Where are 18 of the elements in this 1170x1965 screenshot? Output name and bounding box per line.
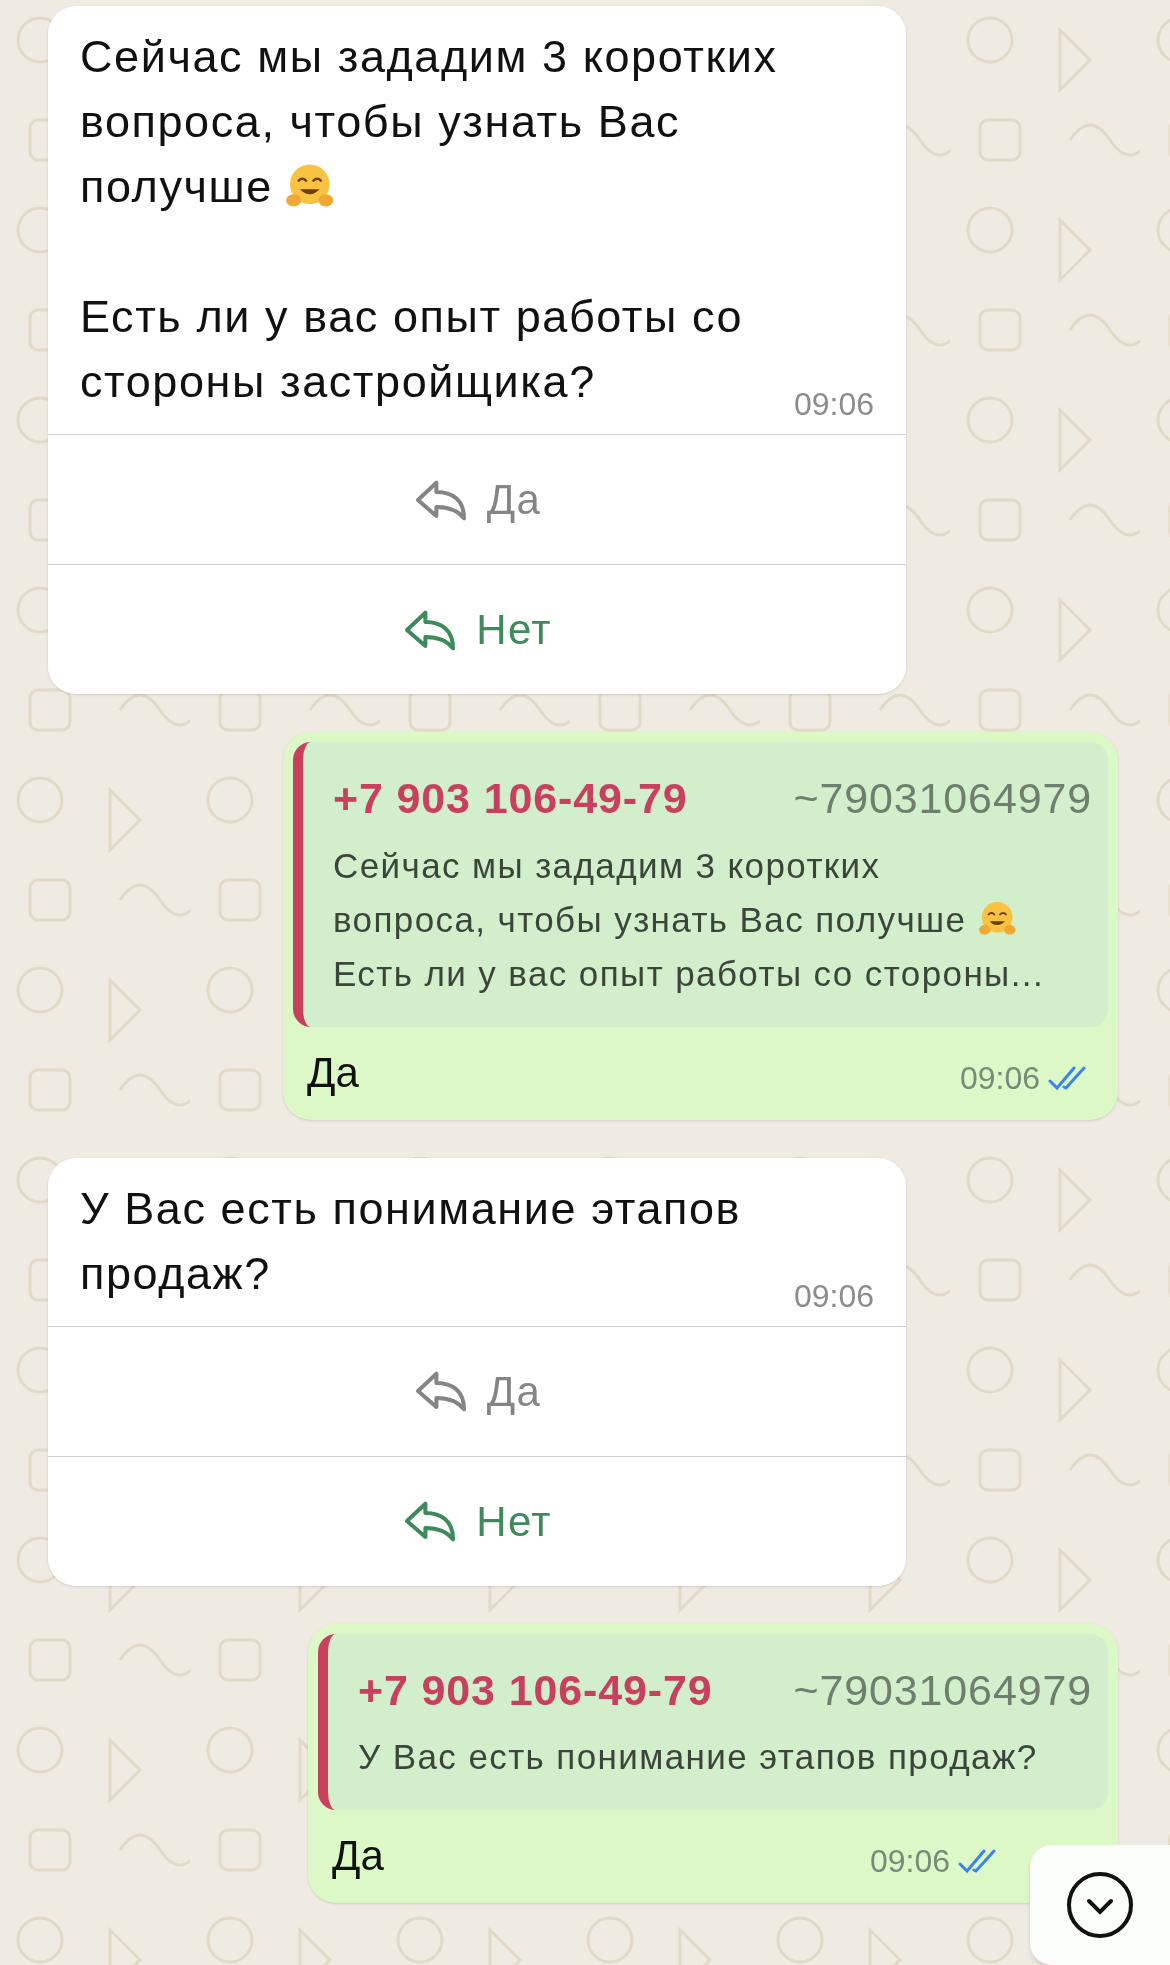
message-time: 09:06: [869, 1842, 950, 1881]
quoted-text: Сейчас мы зададим 3 коротких вопроса, чтобы узнать Вас получше Есть ли у вас опыт работы со стороны...: [333, 844, 1046, 995]
chevron-down-icon: [1065, 1870, 1135, 1940]
message-time: 09:06: [793, 1276, 874, 1316]
message-text: Да: [307, 1047, 359, 1098]
quoted-sender: +7 903 106-49-79: [333, 773, 688, 824]
quoted-handle: ~79031064979: [793, 773, 1092, 824]
message-time: 09:06: [959, 1058, 1040, 1098]
message-text: Да: [332, 1831, 384, 1881]
message-text: Сейчас мы зададим 3 коротких вопроса, чтобы узнать Вас получше Есть ли у вас опыт работы со стороны застройщика?: [80, 30, 779, 409]
quoted-handle: ~79031064979: [793, 1664, 1092, 1716]
quoted-sender: +7 903 106-49-79: [358, 1664, 713, 1716]
quoted-text: У Вас есть понимание этапов продаж?: [358, 1736, 1039, 1778]
message-text: У Вас есть понимание этапов продаж?: [80, 1181, 742, 1301]
quick-reply-button[interactable]: Нет: [48, 1455, 906, 1586]
quick-reply-button[interactable]: Нет: [48, 564, 906, 694]
scroll-down-button[interactable]: [1030, 1845, 1170, 1965]
message-time: 09:06: [793, 385, 874, 424]
